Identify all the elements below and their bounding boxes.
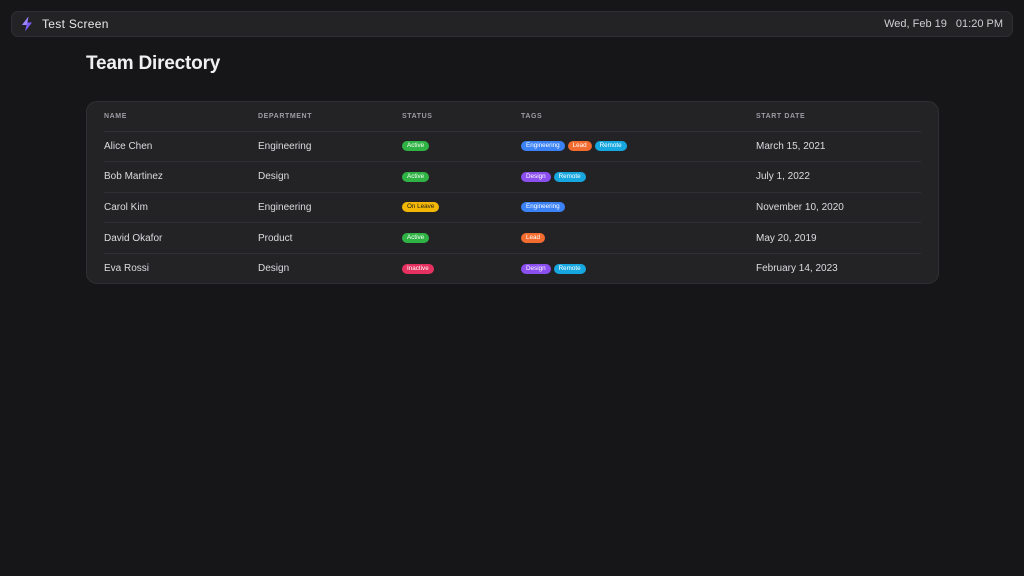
table-row[interactable]: Alice Chen Engineering Active Engineering Le… (104, 131, 921, 163)
tag-list: Lead (521, 233, 756, 244)
cell-department: Product (258, 222, 402, 254)
team-directory-card: NAME DEPARTMENT STATUS TAGS START DATE A… (86, 101, 939, 284)
cell-name: David Okafor (104, 222, 258, 254)
cell-department: Engineering (258, 192, 402, 224)
cell-department: Design (258, 161, 402, 193)
cell-tags: Lead (521, 222, 756, 254)
column-header-status[interactable]: STATUS (402, 102, 521, 132)
column-header-name[interactable]: NAME (104, 102, 258, 132)
cell-status: On Leave (402, 192, 521, 224)
tag-badge: Remote (553, 171, 586, 182)
time-label: 01:20 PM (955, 18, 1003, 30)
table-body: Alice Chen Engineering Active Engineering Le… (104, 131, 921, 284)
cell-name: Eva Rossi (104, 263, 150, 275)
column-header-department[interactable]: DEPARTMENT (258, 102, 402, 132)
cell-name: Alice Chen (104, 131, 258, 163)
tag-badge: Design (521, 171, 551, 182)
cell-start-date: February 14, 2023 (756, 263, 838, 275)
cell-status: Active (402, 222, 521, 254)
brand: Test Screen (19, 16, 109, 32)
cell-start-date: May 20, 2019 (756, 222, 921, 254)
cell-name: Bob Martinez (104, 161, 258, 193)
cell-start-date: November 10, 2020 (756, 192, 921, 224)
table-row[interactable]: David Okafor Product Active Lead May 20, 201… (104, 222, 921, 254)
tag-list: Engineering Lead Remote (521, 141, 756, 152)
column-header-start-date[interactable]: START DATE (756, 102, 921, 132)
cell-department: Engineering (258, 131, 402, 163)
table-row[interactable]: Bob Martinez Design Active Design Remote July… (104, 161, 921, 193)
top-bar: Test Screen Wed, Feb 19 01:20 PM (11, 11, 1013, 37)
status-badge: Active (402, 141, 430, 152)
cell-status: Active (402, 131, 521, 163)
app-title: Test Screen (42, 17, 109, 31)
cell-status: Inactive (402, 253, 521, 284)
page-title: Team Directory (86, 53, 221, 74)
tag-badge: Engineering (521, 202, 565, 213)
tag-list: Design Remote (521, 263, 756, 274)
cell-start-date: July 1, 2022 (756, 161, 921, 193)
cell-department: Design (258, 263, 290, 275)
cell-status: Active (402, 161, 521, 193)
cell-start-date: March 15, 2021 (756, 131, 921, 163)
cell-tags: Engineering Lead Remote (521, 131, 756, 163)
status-badge: On Leave (402, 202, 440, 213)
cell-tags: Design Remote (521, 161, 756, 193)
tag-badge: Lead (567, 141, 592, 152)
tag-badge: Engineering (521, 141, 565, 152)
tag-badge: Remote (594, 141, 627, 152)
tag-list: Engineering (521, 202, 756, 213)
table-row[interactable]: Eva Rossi Design Inactive Design Remote Febru… (104, 253, 921, 284)
tag-list: Design Remote (521, 171, 756, 182)
status-badge: Active (402, 232, 430, 243)
column-header-tags[interactable]: TAGS (521, 102, 756, 132)
table-header-row: NAME DEPARTMENT STATUS TAGS START DATE (104, 102, 921, 132)
cell-tags: Engineering (521, 192, 756, 224)
tag-badge: Design (521, 263, 551, 274)
status-badge: Inactive (402, 263, 434, 274)
tag-badge: Lead (521, 233, 546, 244)
team-table: NAME DEPARTMENT STATUS TAGS START DATE A… (104, 102, 921, 284)
tag-badge: Remote (553, 263, 586, 274)
clock: Wed, Feb 19 01:20 PM (884, 18, 1003, 30)
status-badge: Active (402, 171, 430, 182)
table-row[interactable]: Carol Kim Engineering On Leave Engineering N… (104, 192, 921, 224)
cell-name: Carol Kim (104, 192, 258, 224)
lightning-logo-icon (19, 16, 35, 32)
date-label: Wed, Feb 19 (884, 18, 947, 30)
cell-tags: Design Remote (521, 253, 756, 284)
